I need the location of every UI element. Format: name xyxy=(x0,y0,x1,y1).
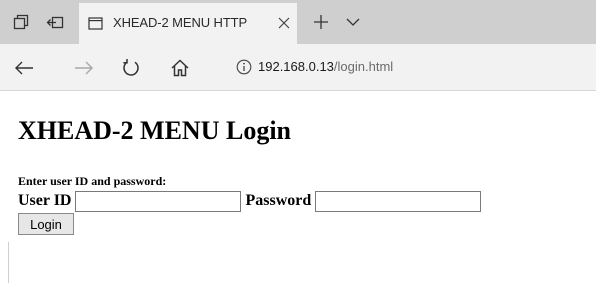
user-id-input[interactable] xyxy=(75,190,242,212)
home-icon[interactable] xyxy=(166,54,194,82)
navigation-bar: 192.168.0.13/login.html xyxy=(0,44,596,91)
tabs-aside-icon[interactable] xyxy=(8,9,34,35)
url-path: /login.html xyxy=(333,59,394,74)
password-input[interactable] xyxy=(315,190,482,212)
refresh-icon[interactable] xyxy=(117,54,145,82)
password-label: Password xyxy=(245,192,312,209)
login-form-row: User ID Password xyxy=(18,190,485,212)
page-icon xyxy=(88,17,103,30)
login-prompt: Enter user ID and password: xyxy=(18,174,167,188)
page-content: XHEAD-2 MENU Login Enter user ID and pas… xyxy=(0,92,596,283)
user-id-label: User ID xyxy=(18,192,72,209)
page-title: XHEAD-2 MENU Login xyxy=(18,116,292,145)
chevron-down-icon[interactable] xyxy=(340,9,366,35)
back-arrow-icon[interactable] xyxy=(10,54,38,82)
set-tabs-aside-icon[interactable] xyxy=(42,9,68,35)
close-icon[interactable] xyxy=(275,14,293,32)
plus-icon[interactable] xyxy=(308,9,334,35)
address-bar[interactable]: 192.168.0.13/login.html xyxy=(224,55,596,81)
tab-active[interactable]: XHEAD-2 MENU HTTP xyxy=(79,3,297,44)
tab-title: XHEAD-2 MENU HTTP xyxy=(113,15,248,30)
divider xyxy=(8,242,9,283)
login-button[interactable]: Login xyxy=(18,213,74,235)
url-text[interactable]: 192.168.0.13/login.html xyxy=(258,59,393,74)
url-host: 192.168.0.13 xyxy=(258,59,334,74)
tab-bar: XHEAD-2 MENU HTTP xyxy=(0,0,596,44)
forward-arrow-icon[interactable] xyxy=(70,54,98,82)
info-icon[interactable] xyxy=(236,59,252,75)
